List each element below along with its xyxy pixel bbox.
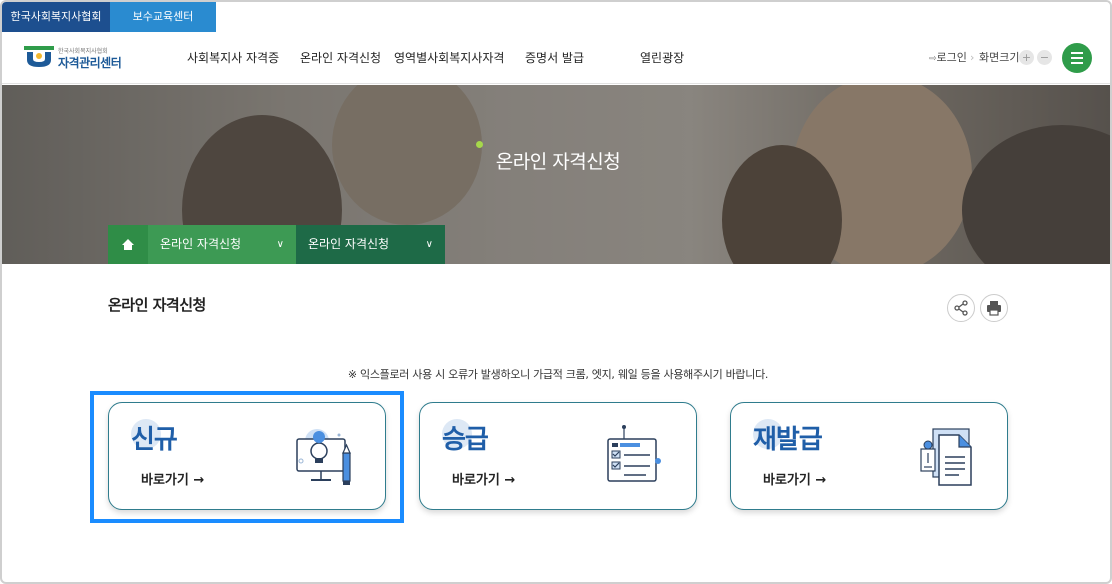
logo-title: 자격관리센터	[58, 56, 122, 70]
tab-association[interactable]: 한국사회복지사협회	[2, 2, 110, 32]
home-icon	[122, 239, 134, 250]
hero-title: 온라인 자격신청	[495, 151, 621, 173]
breadcrumb-level-2-label: 온라인 자격신청	[308, 237, 390, 251]
breadcrumb-level-1-label: 온라인 자격신청	[160, 237, 242, 251]
nav-item-certificate[interactable]: 사회복지사 자격증	[187, 32, 279, 84]
nav-item-open-square[interactable]: 열린광장	[640, 32, 684, 84]
card-promotion[interactable]: 승급 바로가기 →	[419, 402, 697, 510]
breadcrumb-level-2[interactable]: 온라인 자격신청 ∨	[296, 225, 445, 264]
page-title: 온라인 자격신청	[108, 296, 206, 314]
login-link[interactable]: ⇨로그인	[929, 32, 967, 84]
focus-highlight	[90, 391, 404, 523]
home-button[interactable]	[108, 225, 148, 264]
chevron-down-icon: ∨	[276, 239, 284, 250]
document-reissue-icon	[920, 428, 972, 486]
share-button[interactable]	[947, 294, 975, 322]
all-menu-button[interactable]	[1062, 43, 1092, 73]
chevron-down-icon: ∨	[425, 239, 433, 250]
nav-item-field-certificate[interactable]: 영역별사회복지사자격	[394, 32, 504, 84]
nav-item-document-issue[interactable]: 증명서 발급	[525, 32, 584, 84]
tab-education-center[interactable]: 보수교육센터	[110, 2, 216, 32]
breadcrumb-level-1[interactable]: 온라인 자격신청 ∨	[148, 225, 296, 264]
card-title: 승급	[442, 425, 489, 455]
browser-notice: ※ 익스플로러 사용 시 오류가 발생하오니 가급적 크롬, 엣지, 웨일 등을…	[347, 368, 769, 381]
card-link-promotion[interactable]: 바로가기 →	[452, 469, 515, 488]
card-link-reissue[interactable]: 바로가기 →	[763, 469, 826, 488]
nav-item-online-apply[interactable]: 온라인 자격신청	[300, 32, 381, 84]
zoom-label: 화면크기	[979, 51, 1020, 64]
login-icon: ⇨	[929, 54, 937, 64]
card-title: 재발급	[753, 425, 823, 455]
checklist-board-icon	[607, 425, 661, 482]
util-divider: ›	[970, 51, 975, 64]
share-icon	[954, 300, 968, 316]
card-reissue[interactable]: 재발급 바로가기 →	[730, 402, 1008, 510]
print-button[interactable]	[980, 294, 1008, 322]
print-icon	[987, 301, 1001, 316]
top-bar: 한국사회복지사협회 보수교육센터	[2, 2, 1110, 32]
site-header: 한국사회복지사협회 자격관리센터 사회복지사 자격증 온라인 자격신청 영역별사…	[2, 32, 1110, 84]
zoom-out-button[interactable]: −	[1037, 50, 1052, 65]
browser-frame: 한국사회복지사협회 보수교육센터 한국사회복지사협회 자격관리센터 사회복지사 …	[0, 0, 1112, 584]
zoom-in-button[interactable]: +	[1019, 50, 1034, 65]
login-label: 로그인	[936, 51, 967, 64]
site-logo[interactable]: 한국사회복지사협회 자격관리센터	[24, 44, 124, 72]
logo-icon	[24, 46, 54, 67]
